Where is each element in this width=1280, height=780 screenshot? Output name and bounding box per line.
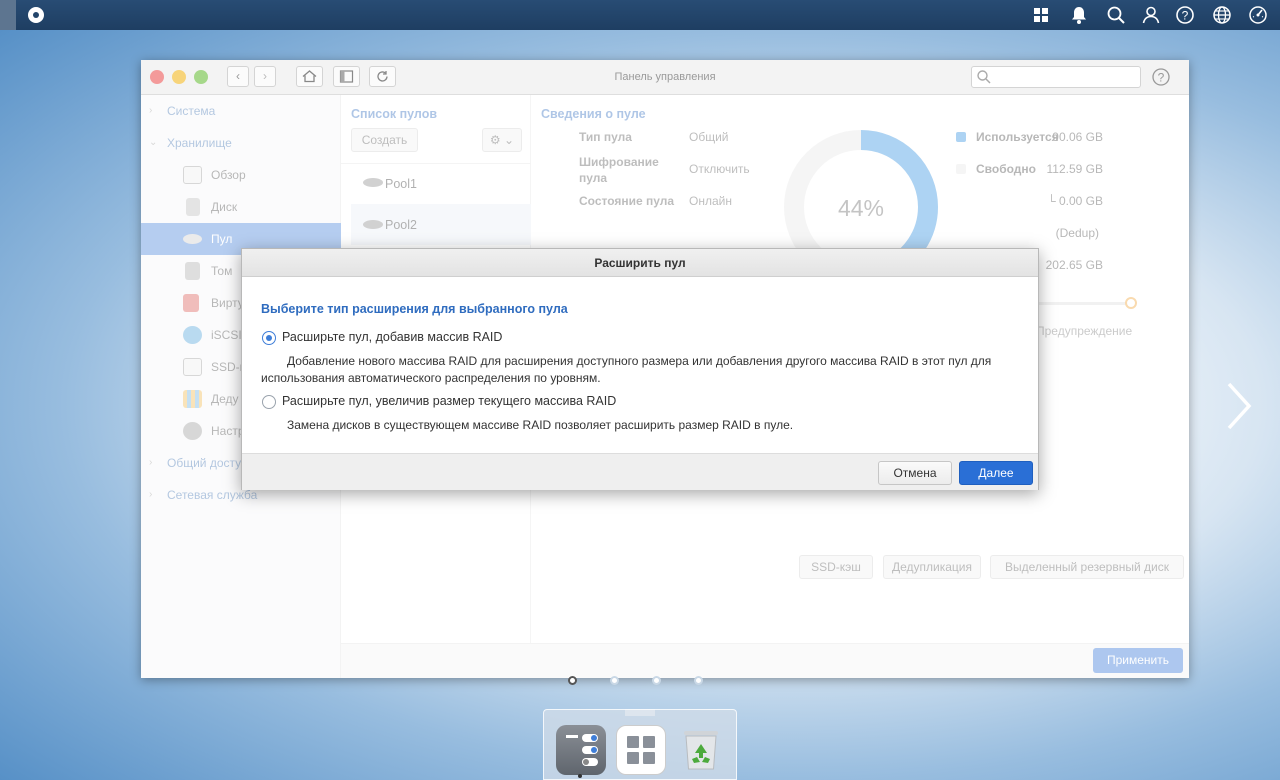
option-add-raid-desc: Добавление нового массива RAID для расши… — [287, 354, 992, 368]
grid-icon — [627, 736, 655, 764]
pool-list-item[interactable]: Pool1 — [351, 164, 531, 204]
dedup-icon — [183, 390, 202, 408]
option-grow-raid-desc: Замена дисков в существующем массиве RAI… — [287, 418, 794, 432]
legend-used-swatch — [956, 132, 966, 142]
pool-list-item-selected[interactable]: Pool2 — [351, 204, 531, 245]
next-button[interactable]: Далее — [959, 461, 1033, 485]
pool-list-title: Список пулов — [351, 107, 438, 121]
virtual-disk-icon — [183, 294, 199, 312]
legend-value: 90.06 GB — [1052, 130, 1103, 144]
option-grow-raid-radio[interactable] — [262, 395, 276, 409]
disk-icon — [186, 198, 200, 216]
sidebar-section-system[interactable]: › Система — [141, 95, 341, 127]
chevron-right-icon[interactable] — [1222, 380, 1256, 432]
legend-value: 112.59 GB — [1046, 162, 1103, 176]
app-center-icon[interactable] — [616, 725, 666, 775]
donut-percent: 44% — [838, 195, 884, 221]
info-label: Тип пула — [579, 130, 632, 144]
overview-icon — [183, 166, 202, 184]
globe-icon[interactable] — [1212, 5, 1232, 25]
page-dot[interactable] — [694, 676, 703, 685]
dock — [543, 709, 737, 780]
window-search-input[interactable] — [971, 66, 1141, 88]
info-value: Онлайн — [689, 194, 732, 208]
dashboard-icon[interactable] — [1248, 5, 1268, 25]
top-bar: ? — [0, 0, 1280, 30]
info-label: Шифрование пула — [579, 155, 659, 185]
sidebar-section-label: Хранилище — [167, 136, 232, 150]
dialog-title: Расширить пул — [242, 249, 1038, 277]
dialog-question: Выберите тип расширения для выбранного п… — [261, 302, 568, 316]
sidebar-item-overview[interactable]: Обзор — [141, 159, 341, 191]
sidebar-section-storage[interactable]: ⌄ Хранилище — [141, 127, 341, 159]
page-dot[interactable] — [610, 676, 619, 685]
info-value: Отключить — [689, 162, 750, 176]
page-dot-active[interactable] — [568, 676, 577, 685]
dedup-button[interactable]: Дедупликация — [883, 555, 981, 579]
iscsi-icon — [183, 326, 202, 344]
running-indicator — [578, 774, 582, 778]
window-footer: Применить — [341, 643, 1189, 678]
help-icon[interactable]: ? — [1175, 5, 1195, 25]
page-dot[interactable] — [652, 676, 661, 685]
create-pool-button[interactable]: Создать — [351, 128, 418, 152]
legend-value: (Dedup) — [1055, 226, 1099, 240]
help-icon[interactable]: ? — [1151, 67, 1171, 87]
threshold-slider-handle[interactable] — [1125, 297, 1137, 309]
sidebar-item-label: Настр — [211, 424, 245, 438]
os-logo-icon[interactable] — [28, 7, 44, 23]
legend-value: └ 0.00 GB — [1047, 194, 1103, 208]
search-icon — [977, 70, 991, 84]
sidebar-item-label: Деду — [211, 392, 239, 406]
apply-button[interactable]: Применить — [1093, 648, 1183, 673]
pool-name: Pool2 — [385, 218, 417, 232]
option-add-raid-label[interactable]: Расширьте пул, добавив массив RAID — [282, 330, 502, 344]
pool-info-title: Сведения о пуле — [541, 107, 646, 121]
gear-icon: ⚙ ⌄ — [489, 133, 515, 147]
toggles-icon — [566, 734, 598, 766]
sidebar-item-label: Вирту — [211, 296, 244, 310]
recycle-bin-icon[interactable] — [676, 725, 726, 775]
ssd-cache-button[interactable]: SSD-кэш — [799, 555, 873, 579]
svg-text:?: ? — [1158, 71, 1165, 85]
settings-icon — [183, 422, 202, 440]
dialog-footer: Отмена Далее — [242, 453, 1038, 490]
volume-icon — [185, 262, 200, 280]
option-add-raid-desc-cont: использования автоматического распределе… — [261, 371, 601, 385]
option-add-raid-radio[interactable] — [262, 331, 276, 345]
sidebar-item-label: Пул — [211, 232, 233, 246]
info-label: Состояние пула — [579, 194, 675, 208]
pool-name: Pool1 — [385, 177, 417, 191]
hot-spare-button[interactable]: Выделенный резервный диск — [990, 555, 1184, 579]
window-titlebar: ‹ › Панель управления ? — [141, 60, 1189, 95]
search-icon[interactable] — [1106, 5, 1126, 25]
threshold-slider-track — [1031, 302, 1131, 305]
trash-icon — [684, 731, 718, 770]
sidebar-item-label: Том — [211, 264, 233, 278]
sidebar-item-label: Диск — [211, 200, 238, 214]
sidebar-item-label: SSD-к — [211, 360, 245, 374]
pool-icon — [183, 234, 202, 244]
sidebar-item-disk[interactable]: Диск — [141, 191, 341, 223]
svg-text:?: ? — [1182, 9, 1189, 23]
warning-label: Предупреждение — [1036, 324, 1133, 338]
sidebar-item-label: Обзор — [211, 168, 246, 182]
legend-free-swatch — [956, 164, 966, 174]
info-value: Общий — [689, 130, 729, 144]
sidebar-item-label: iSCSI — [211, 328, 242, 342]
expand-pool-dialog: Расширить пул Выберите тип расширения дл… — [241, 248, 1039, 490]
pool-icon — [363, 178, 383, 187]
bell-icon[interactable] — [1069, 5, 1089, 25]
user-icon[interactable] — [1141, 5, 1161, 25]
control-panel-app-icon[interactable] — [556, 725, 606, 775]
sidebar-section-label: Общий досту — [167, 456, 242, 470]
ssd-icon — [183, 358, 202, 376]
pool-icon — [363, 220, 383, 229]
cancel-button[interactable]: Отмена — [878, 461, 952, 485]
top-bar-edge — [0, 0, 16, 30]
sidebar-section-label: Система — [167, 104, 216, 118]
pool-settings-button[interactable]: ⚙ ⌄ — [482, 128, 522, 152]
grid-icon[interactable] — [1031, 5, 1051, 25]
option-grow-raid-label[interactable]: Расширьте пул, увеличив размер текущего … — [282, 394, 616, 408]
